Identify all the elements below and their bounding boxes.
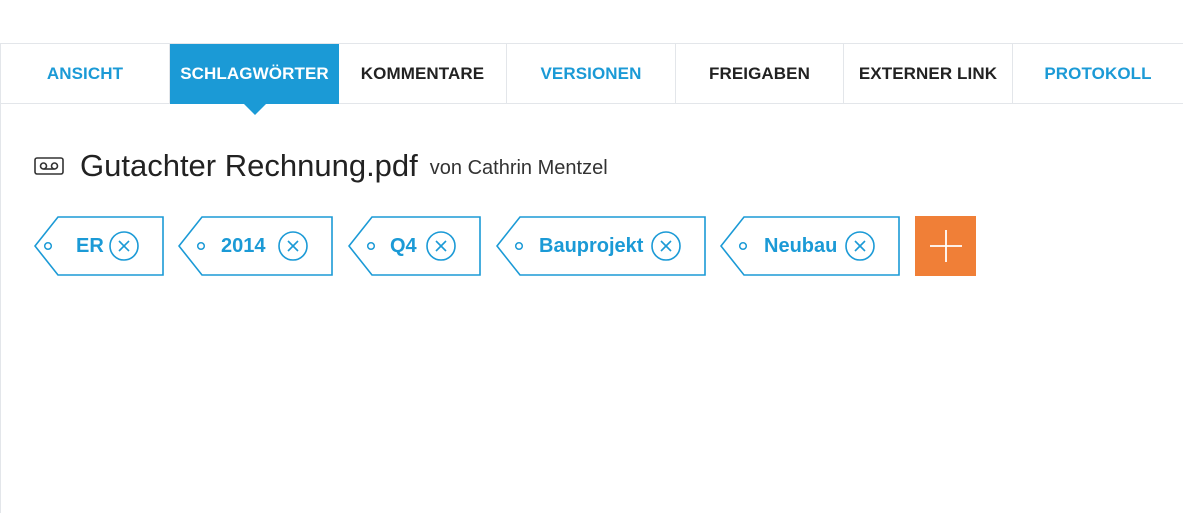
content-frame: [0, 43, 1183, 513]
plus-icon: [929, 230, 962, 262]
close-icon[interactable]: [278, 231, 308, 261]
tab-ansicht[interactable]: ANSICHT: [1, 44, 170, 104]
tag-item[interactable]: Neubau: [720, 216, 900, 276]
document-author: von Cathrin Mentzel: [429, 156, 608, 179]
tag-label: Neubau: [764, 235, 838, 257]
tag-item[interactable]: ER: [34, 216, 164, 276]
close-icon[interactable]: [426, 231, 456, 261]
tab-versionen[interactable]: VERSIONEN: [507, 44, 676, 104]
close-icon[interactable]: [109, 231, 139, 261]
close-icon[interactable]: [845, 231, 875, 261]
tag-label: Q4: [390, 235, 417, 257]
close-icon[interactable]: [651, 231, 681, 261]
tag-item[interactable]: 2014: [178, 216, 333, 276]
tab-kommentare[interactable]: KOMMENTARE: [339, 44, 507, 104]
tag-item[interactable]: Q4: [348, 216, 481, 276]
tab-bar: ANSICHT SCHLAGWÖRTER KOMMENTARE VERSIONE…: [1, 44, 1183, 115]
tab-externer-link[interactable]: EXTERNER LINK: [844, 44, 1013, 104]
tag-label: Bauprojekt: [539, 235, 644, 257]
document-title: Gutachter Rechnung.pdf: [80, 148, 418, 183]
tag-label: ER: [76, 235, 104, 257]
tag-item[interactable]: Bauprojekt: [496, 216, 706, 276]
tab-freigaben[interactable]: FREIGABEN: [676, 44, 844, 104]
tape-icon: [34, 157, 64, 175]
tab-schlagwoerter[interactable]: SCHLAGWÖRTER: [170, 44, 339, 115]
tag-label: 2014: [221, 235, 266, 257]
tab-protokoll[interactable]: PROTOKOLL: [1013, 44, 1183, 104]
add-tag-button[interactable]: [915, 216, 976, 276]
document-header: Gutachter Rechnung.pdf von Cathrin Mentz…: [34, 146, 608, 186]
